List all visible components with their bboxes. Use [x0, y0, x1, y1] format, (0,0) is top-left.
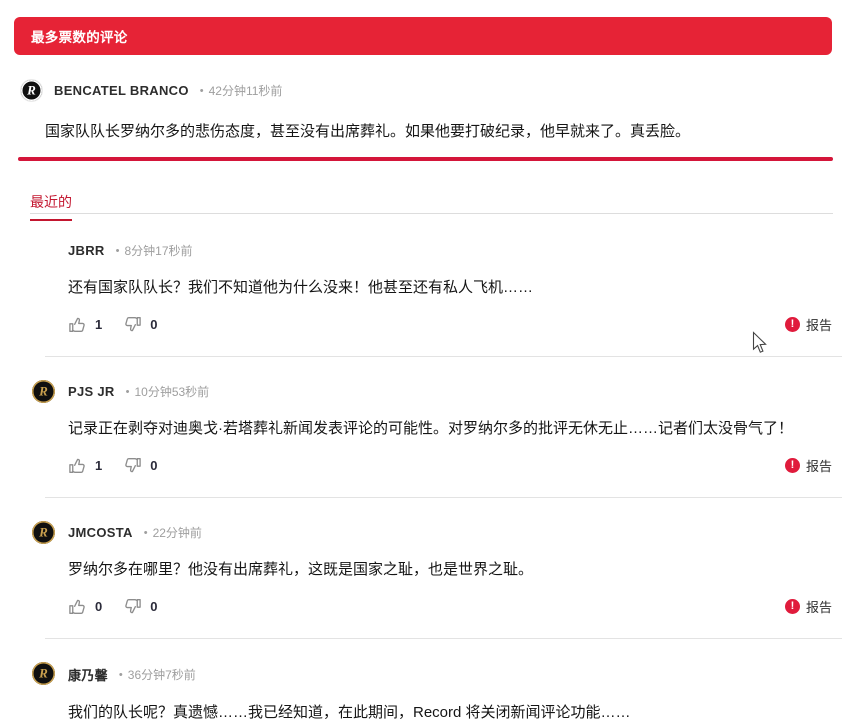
like-count: 1 [95, 317, 102, 332]
bullet-separator: • [144, 527, 148, 539]
thumbs-up-icon [68, 315, 87, 334]
thumbs-down-icon [123, 315, 142, 334]
comment-meta: • 36分钟7秒前 [119, 666, 196, 683]
report-label: 报告 [806, 315, 832, 334]
comment-actions: 1 0 ! 报告 [0, 314, 842, 334]
comment-timestamp: 36分钟7秒前 [128, 666, 196, 683]
record-logo-avatar: R [32, 521, 55, 544]
avatar-letter: R [39, 667, 48, 680]
comment-actions: 1 0 ! 报告 [0, 455, 842, 475]
most-voted-banner: 最多票数的评论 [14, 17, 832, 55]
report-label: 报告 [806, 597, 832, 616]
bullet-separator: • [126, 386, 130, 398]
comment-text: 记录正在剥夺对迪奥戈·若塔葬礼新闻发表评论的可能性。对罗纳尔多的批评无休无止……… [0, 418, 842, 439]
comment-author: 康乃馨 [68, 665, 108, 684]
comment-item: R PJS JR • 10分钟53秒前 记录正在剥夺对迪奥戈·若塔葬礼新闻发表评… [0, 357, 842, 498]
comment-timestamp: 42分钟11秒前 [209, 82, 283, 99]
dislike-button[interactable]: 0 [123, 315, 157, 334]
comment-author: BENCATEL BRANCO [54, 83, 189, 98]
thumbs-up-icon [68, 456, 87, 475]
like-count: 0 [95, 599, 102, 614]
comment-actions: 0 0 ! 报告 [0, 596, 842, 616]
dislike-button[interactable]: 0 [123, 456, 157, 475]
tabbar-divider [30, 213, 833, 214]
comment-item: R JMCOSTA • 22分钟前 罗纳尔多在哪里？他没有出席葬礼，这既是国家之… [0, 498, 842, 639]
featured-comment-header: R BENCATEL BRANCO • 42分钟11秒前 [20, 79, 830, 102]
report-label: 报告 [806, 456, 832, 475]
dislike-button[interactable]: 0 [123, 597, 157, 616]
report-button[interactable]: ! 报告 [785, 456, 832, 475]
comment-text: 还有国家队队长？我们不知道他为什么没来！他甚至还有私人飞机…… [0, 277, 842, 298]
report-exclamation-icon: ! [785, 458, 800, 473]
record-logo-avatar: R [32, 380, 55, 403]
comment-header: PJS JR • 10分钟53秒前 [0, 383, 842, 400]
comment-header: 康乃馨 • 36分钟7秒前 [0, 665, 842, 684]
comment-text: 我们的队长呢？真遗憾……我已经知道，在此期间，Record 将关闭新闻评论功能…… [0, 702, 842, 720]
avatar-letter: R [39, 526, 48, 539]
tab-recent[interactable]: 最近的 [30, 192, 72, 221]
comment-meta: • 8分钟17秒前 [116, 242, 193, 259]
featured-comment: R BENCATEL BRANCO • 42分钟11秒前 国家队队长罗纳尔多的悲… [20, 79, 830, 142]
comments-tabbar: 最近的 [30, 192, 833, 214]
like-button[interactable]: 1 [68, 315, 102, 334]
featured-section-divider [18, 157, 833, 161]
comment-timestamp: 10分钟53秒前 [134, 383, 209, 400]
comment-author: JMCOSTA [68, 525, 133, 540]
bullet-separator: • [119, 669, 123, 681]
like-button[interactable]: 1 [68, 456, 102, 475]
comment-text: 国家队队长罗纳尔多的悲伤态度，甚至没有出席葬礼。如果他要打破纪录，他早就来了。真… [45, 121, 830, 142]
report-button[interactable]: ! 报告 [785, 597, 832, 616]
record-logo-avatar: R [20, 79, 43, 102]
avatar-letter: R [27, 84, 36, 97]
bullet-separator: • [116, 245, 120, 257]
comment-text: 罗纳尔多在哪里？他没有出席葬礼，这既是国家之耻，也是世界之耻。 [0, 559, 842, 580]
comment-meta: • 42分钟11秒前 [200, 82, 283, 99]
report-exclamation-icon: ! [785, 599, 800, 614]
report-button[interactable]: ! 报告 [785, 315, 832, 334]
comment-timestamp: 22分钟前 [153, 524, 202, 541]
comment-author: JBRR [68, 243, 105, 258]
dislike-count: 0 [150, 317, 157, 332]
thumbs-down-icon [123, 597, 142, 616]
comment-item: JBRR • 8分钟17秒前 还有国家队队长？我们不知道他为什么没来！他甚至还有… [0, 216, 842, 357]
like-button[interactable]: 0 [68, 597, 102, 616]
comment-author: PJS JR [68, 384, 115, 399]
comment-item: R 康乃馨 • 36分钟7秒前 我们的队长呢？真遗憾……我已经知道，在此期间，R… [0, 639, 842, 720]
record-logo-avatar: R [32, 662, 55, 685]
comment-timestamp: 8分钟17秒前 [124, 242, 192, 259]
thumbs-down-icon [123, 456, 142, 475]
comments-list: JBRR • 8分钟17秒前 还有国家队队长？我们不知道他为什么没来！他甚至还有… [0, 216, 842, 720]
comments-page: 最多票数的评论 R BENCATEL BRANCO • 42分钟11秒前 国家队… [0, 0, 842, 720]
avatar-letter: R [39, 385, 48, 398]
thumbs-up-icon [68, 597, 87, 616]
like-count: 1 [95, 458, 102, 473]
bullet-separator: • [200, 85, 204, 97]
dislike-count: 0 [150, 458, 157, 473]
banner-label: 最多票数的评论 [31, 26, 128, 46]
comment-header: JBRR • 8分钟17秒前 [0, 242, 842, 259]
comment-meta: • 22分钟前 [144, 524, 202, 541]
report-exclamation-icon: ! [785, 317, 800, 332]
dislike-count: 0 [150, 599, 157, 614]
comment-header: JMCOSTA • 22分钟前 [0, 524, 842, 541]
comment-meta: • 10分钟53秒前 [126, 383, 210, 400]
